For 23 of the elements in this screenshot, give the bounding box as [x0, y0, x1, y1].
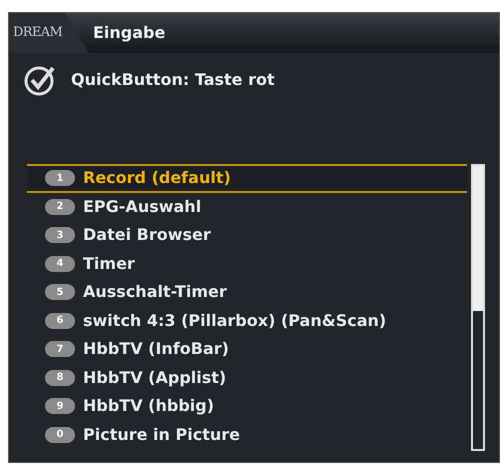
- number-badge: 5: [45, 284, 75, 300]
- number-badge: 2: [45, 198, 75, 215]
- number-badge: 4: [45, 256, 75, 272]
- number-badge: 8: [45, 370, 75, 386]
- list-item[interactable]: 4 Timer: [27, 250, 467, 278]
- window-title: Eingabe: [93, 22, 166, 44]
- list-item[interactable]: 7 HbbTV (InfoBar): [27, 335, 467, 364]
- list-item[interactable]: 9 HbbTV (hbbig): [27, 392, 467, 420]
- list-item[interactable]: 5 Ausschalt-Timer: [27, 278, 467, 306]
- header-text: QuickButton: Taste rot: [71, 69, 275, 91]
- list-item[interactable]: 0 Picture in Picture: [27, 420, 467, 449]
- number-badge: 3: [45, 227, 75, 244]
- number-badge: 0: [45, 426, 75, 443]
- list-item[interactable]: 3 Datei Browser: [27, 221, 467, 250]
- list-item[interactable]: 1 Record (default): [27, 164, 467, 192]
- logo: DREAM: [13, 24, 62, 42]
- list-item[interactable]: 8 HbbTV (Applist): [27, 364, 467, 392]
- number-badge: 1: [45, 170, 75, 186]
- list-item[interactable]: 2 EPG-Auswahl: [27, 192, 467, 221]
- list-item[interactable]: 6 switch 4:3 (Pillarbox) (Pan&Scan): [27, 306, 467, 335]
- number-badge: 6: [45, 312, 75, 329]
- number-badge: 9: [45, 398, 75, 414]
- number-badge: 7: [45, 341, 75, 358]
